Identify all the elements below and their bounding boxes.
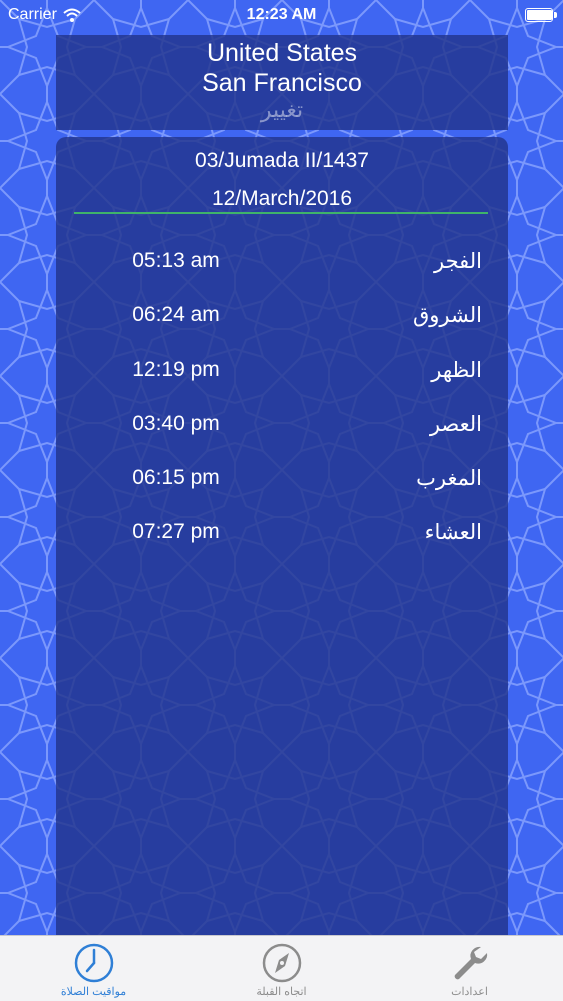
prayer-row-asr: 03:40 pm العصر	[56, 404, 508, 444]
tab-prayer-times[interactable]: مواقيت الصلاة	[0, 936, 187, 1001]
city-label: San Francisco	[202, 69, 362, 97]
prayer-time: 12:19 pm	[132, 358, 220, 381]
tab-label: اعدادات	[451, 986, 488, 998]
tab-label: مواقيت الصلاة	[60, 986, 127, 998]
location-panel: United States San Francisco تغيير	[56, 35, 508, 130]
prayer-name: المغرب	[416, 467, 482, 490]
prayer-name: الشروق	[413, 304, 482, 327]
prayer-name: الظهر	[431, 359, 482, 382]
prayer-row-maghrib: 06:15 pm المغرب	[56, 458, 508, 498]
gregorian-date: 12/March/2016	[211, 187, 353, 210]
hijri-date: 03/Jumada II/1437	[195, 149, 369, 172]
wrench-icon	[454, 946, 488, 980]
divider	[74, 212, 488, 214]
status-time: 12:23 AM	[246, 6, 317, 23]
prayer-row-isha: 07:27 pm العشاء	[56, 512, 508, 552]
prayer-time: 03:40 pm	[132, 412, 220, 435]
battery-fill	[527, 10, 552, 20]
tab-settings[interactable]: اعدادات	[376, 936, 563, 1001]
prayer-time: 05:13 am	[132, 249, 220, 272]
prayer-row-dhuhr: 12:19 pm الظهر	[56, 350, 508, 390]
prayer-time: 06:15 pm	[132, 466, 220, 489]
tab-bar: مواقيت الصلاة اتجاه القبلة اعدادات	[0, 935, 563, 1001]
prayer-row-fajr: 05:13 am الفجر	[56, 241, 508, 281]
clock-icon	[74, 943, 114, 983]
prayer-time: 06:24 am	[132, 303, 220, 326]
prayer-name: العشاء	[424, 521, 482, 544]
prayer-name: العصر	[429, 413, 482, 436]
prayer-name: الفجر	[434, 250, 482, 273]
prayer-time: 07:27 pm	[132, 520, 220, 543]
status-bar: Carrier 12:23 AM	[0, 0, 563, 30]
compass-icon	[262, 943, 302, 983]
tab-qibla[interactable]: اتجاه القبلة	[188, 936, 375, 1001]
prayer-times-panel: 03/Jumada II/1437 12/March/2016 05:13 am…	[56, 137, 508, 935]
country-label: United States	[206, 39, 358, 67]
tab-label: اتجاه القبلة	[256, 986, 307, 998]
prayer-row-sunrise: 06:24 am الشروق	[56, 295, 508, 335]
change-location-button[interactable]: تغيير	[56, 97, 508, 123]
battery-icon	[525, 8, 557, 22]
